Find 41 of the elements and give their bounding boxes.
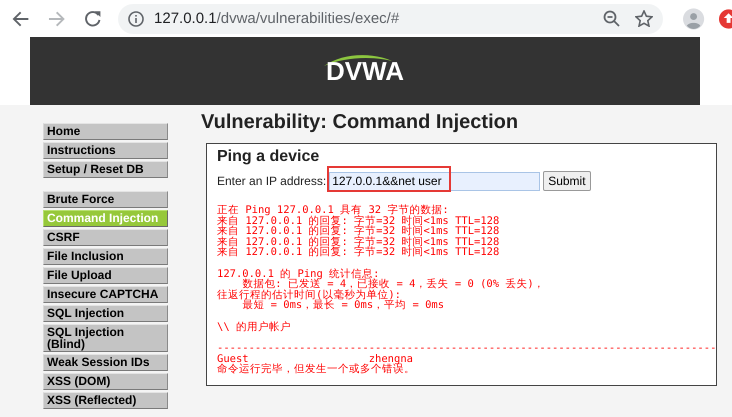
output-line: 127.0.0.1 的 Ping 统计信息: [217,268,380,279]
output-line: 来自 127.0.0.1 的回复: 字节=32 时间<1ms TTL=128 [217,236,500,247]
extension-icon[interactable] [718,8,732,30]
output-line: 数据包: 已发送 = 4，已接收 = 4，丢失 = 0 (0% 丢失)， [242,279,545,290]
field-label: Enter an IP address: [217,174,326,188]
menu-item[interactable]: SQL Injection [43,305,168,322]
menu-item[interactable]: XSS (DOM) [43,373,168,390]
ip-address-field[interactable]: 127.0.0.1&&net user [329,172,540,190]
output-line: 最短 = 0ms，最长 = 0ms，平均 = 0ms [242,300,444,310]
menu-item[interactable]: Brute Force [43,191,168,208]
menu-item[interactable]: File Inclusion [43,248,168,265]
menu-item[interactable]: File Upload [43,267,168,284]
output-line: 来自 127.0.0.1 的回复: 字节=32 时间<1ms TTL=128 [217,247,500,258]
menu-item[interactable]: Home [43,123,168,140]
menu-item[interactable]: Instructions [43,142,168,159]
output-line: 来自 127.0.0.1 的回复: 字节=32 时间<1ms TTL=128 [217,216,500,226]
url-text: 127.0.0.1/dvwa/vulnerabilities/exec/# [154,10,400,27]
output-line: 来自 127.0.0.1 的回复: 字节=32 时间<1ms TTL=128 [217,226,500,236]
reload-icon[interactable] [84,10,102,27]
output-line: Guest zhengna [217,354,413,364]
output-line: ------------------------------------------------------------------------------- [217,343,716,354]
output-line: 命令运行完毕，但发生一个或多个错误。 [217,364,415,374]
menu-item[interactable]: CSRF [43,229,168,246]
submit-button[interactable]: Submit [543,171,591,191]
avatar-icon[interactable] [683,8,705,30]
star-icon[interactable] [635,10,654,27]
menu-item[interactable]: Weak Session IDs [43,354,168,371]
address-bar[interactable]: 127.0.0.1/dvwa/vulnerabilities/exec/# [118,4,664,34]
panel-heading: Ping a device [217,148,320,166]
menu-item[interactable]: Setup / Reset DB [43,161,168,178]
logo[interactable]: DVWA [326,50,404,86]
output-line: 往返行程的估计时间(以毫秒为单位): [217,290,401,300]
back-icon[interactable] [12,10,30,26]
menu-item[interactable]: XSS (Reflected) [43,392,168,409]
menu-item[interactable]: Insecure CAPTCHA [43,286,168,303]
output-line: \\ 的用户帐户 [217,322,291,332]
page-title: Vulnerability: Command Injection [201,111,520,134]
info-icon[interactable] [128,10,144,26]
output-line: 正在 Ping 127.0.0.1 具有 32 字节的数据: [217,205,449,216]
zoom-out-icon[interactable] [603,10,620,27]
menu-item[interactable]: SQL Injection (Blind) [43,324,168,352]
